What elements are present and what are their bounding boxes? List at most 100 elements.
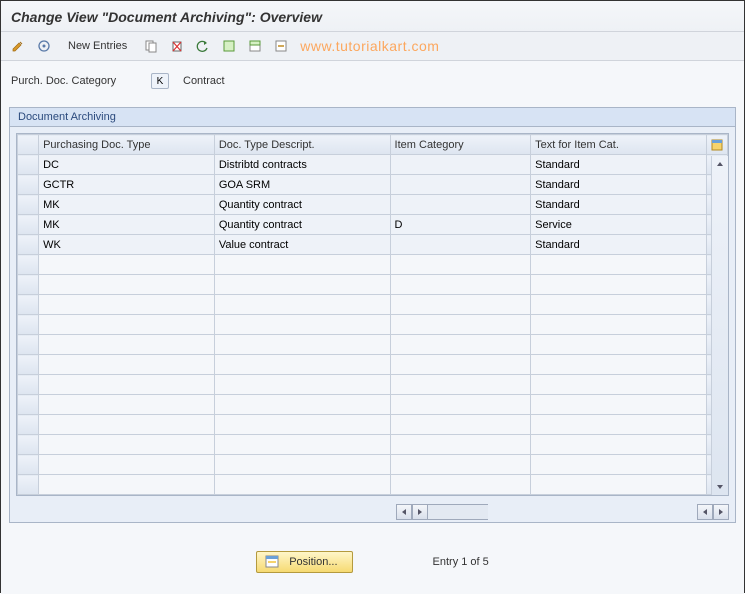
- col-header-descript[interactable]: Doc. Type Descript.: [214, 135, 390, 155]
- cell-item-text[interactable]: Standard: [531, 175, 707, 195]
- archiving-grid[interactable]: Purchasing Doc. Type Doc. Type Descript.…: [17, 134, 728, 495]
- delete-icon[interactable]: [166, 36, 188, 56]
- cell-empty[interactable]: [39, 275, 215, 295]
- cell-item-text[interactable]: Standard: [531, 235, 707, 255]
- position-button[interactable]: Position...: [256, 551, 352, 573]
- vertical-scrollbar[interactable]: [711, 156, 728, 495]
- table-row-empty[interactable]: [18, 315, 728, 335]
- cell-doc-type[interactable]: DC: [39, 155, 215, 175]
- cell-empty[interactable]: [390, 275, 531, 295]
- table-row-empty[interactable]: [18, 355, 728, 375]
- row-selector[interactable]: [18, 235, 39, 255]
- table-row-empty[interactable]: [18, 295, 728, 315]
- undo-icon[interactable]: [192, 36, 214, 56]
- cell-empty[interactable]: [531, 335, 707, 355]
- table-row-empty[interactable]: [18, 475, 728, 495]
- row-selector[interactable]: [18, 155, 39, 175]
- deselect-all-icon[interactable]: [270, 36, 292, 56]
- cell-empty[interactable]: [39, 455, 215, 475]
- cell-empty[interactable]: [214, 255, 390, 275]
- table-row-empty[interactable]: [18, 255, 728, 275]
- table-row-empty[interactable]: [18, 395, 728, 415]
- cell-empty[interactable]: [390, 375, 531, 395]
- cell-doc-type[interactable]: MK: [39, 215, 215, 235]
- cell-item-text[interactable]: Service: [531, 215, 707, 235]
- new-entries-button[interactable]: New Entries: [59, 37, 136, 55]
- cell-empty[interactable]: [390, 315, 531, 335]
- cell-item-cat[interactable]: [390, 235, 531, 255]
- cell-item-cat[interactable]: [390, 195, 531, 215]
- cell-empty[interactable]: [214, 315, 390, 335]
- cell-empty[interactable]: [531, 315, 707, 335]
- table-row-empty[interactable]: [18, 275, 728, 295]
- col-header-item-cat[interactable]: Item Category: [390, 135, 531, 155]
- cell-descript[interactable]: Quantity contract: [214, 195, 390, 215]
- other-view-icon[interactable]: [33, 36, 55, 56]
- row-selector[interactable]: [18, 435, 39, 455]
- copy-as-icon[interactable]: [140, 36, 162, 56]
- cell-descript[interactable]: GOA SRM: [214, 175, 390, 195]
- cell-empty[interactable]: [39, 375, 215, 395]
- col-header-doc-type[interactable]: Purchasing Doc. Type: [39, 135, 215, 155]
- row-selector[interactable]: [18, 335, 39, 355]
- scroll-up-icon[interactable]: [712, 156, 728, 172]
- scroll-left-icon[interactable]: [697, 504, 713, 520]
- cell-empty[interactable]: [214, 395, 390, 415]
- row-selector[interactable]: [18, 275, 39, 295]
- cell-empty[interactable]: [39, 415, 215, 435]
- table-row-empty[interactable]: [18, 335, 728, 355]
- cell-item-cat[interactable]: D: [390, 215, 531, 235]
- cell-empty[interactable]: [214, 335, 390, 355]
- cell-empty[interactable]: [531, 475, 707, 495]
- row-selector[interactable]: [18, 475, 39, 495]
- table-row-empty[interactable]: [18, 455, 728, 475]
- row-selector[interactable]: [18, 175, 39, 195]
- cell-empty[interactable]: [531, 435, 707, 455]
- cell-empty[interactable]: [39, 335, 215, 355]
- cell-empty[interactable]: [39, 395, 215, 415]
- cell-descript[interactable]: Quantity contract: [214, 215, 390, 235]
- cell-empty[interactable]: [390, 255, 531, 275]
- table-settings-icon[interactable]: [711, 139, 723, 151]
- table-row[interactable]: WKValue contractStandard: [18, 235, 728, 255]
- table-row[interactable]: DCDistribtd contractsStandard: [18, 155, 728, 175]
- scroll-right-icon[interactable]: [412, 504, 428, 520]
- row-selector[interactable]: [18, 295, 39, 315]
- row-selector[interactable]: [18, 215, 39, 235]
- row-selector[interactable]: [18, 395, 39, 415]
- cell-doc-type[interactable]: WK: [39, 235, 215, 255]
- row-selector[interactable]: [18, 455, 39, 475]
- cell-item-cat[interactable]: [390, 175, 531, 195]
- cell-empty[interactable]: [531, 415, 707, 435]
- cell-item-text[interactable]: Standard: [531, 155, 707, 175]
- scroll-down-icon[interactable]: [712, 479, 728, 495]
- scroll-left-icon[interactable]: [396, 504, 412, 520]
- select-block-icon[interactable]: [244, 36, 266, 56]
- scroll-track[interactable]: [428, 504, 488, 520]
- cell-empty[interactable]: [531, 455, 707, 475]
- cell-doc-type[interactable]: GCTR: [39, 175, 215, 195]
- cell-empty[interactable]: [390, 395, 531, 415]
- cell-empty[interactable]: [390, 475, 531, 495]
- col-header-item-text[interactable]: Text for Item Cat.: [531, 135, 707, 155]
- scroll-right-icon[interactable]: [713, 504, 729, 520]
- cell-empty[interactable]: [39, 435, 215, 455]
- cell-empty[interactable]: [214, 355, 390, 375]
- table-row[interactable]: GCTRGOA SRM Standard: [18, 175, 728, 195]
- cell-empty[interactable]: [214, 455, 390, 475]
- cell-doc-type[interactable]: MK: [39, 195, 215, 215]
- row-selector[interactable]: [18, 195, 39, 215]
- cell-empty[interactable]: [390, 415, 531, 435]
- cell-empty[interactable]: [39, 255, 215, 275]
- cell-empty[interactable]: [214, 435, 390, 455]
- cell-empty[interactable]: [531, 355, 707, 375]
- cell-empty[interactable]: [39, 475, 215, 495]
- cell-empty[interactable]: [390, 355, 531, 375]
- toggle-display-change-icon[interactable]: [7, 36, 29, 56]
- cell-empty[interactable]: [214, 375, 390, 395]
- cell-empty[interactable]: [39, 355, 215, 375]
- cell-empty[interactable]: [214, 275, 390, 295]
- cell-empty[interactable]: [531, 395, 707, 415]
- cell-empty[interactable]: [390, 455, 531, 475]
- row-selector[interactable]: [18, 355, 39, 375]
